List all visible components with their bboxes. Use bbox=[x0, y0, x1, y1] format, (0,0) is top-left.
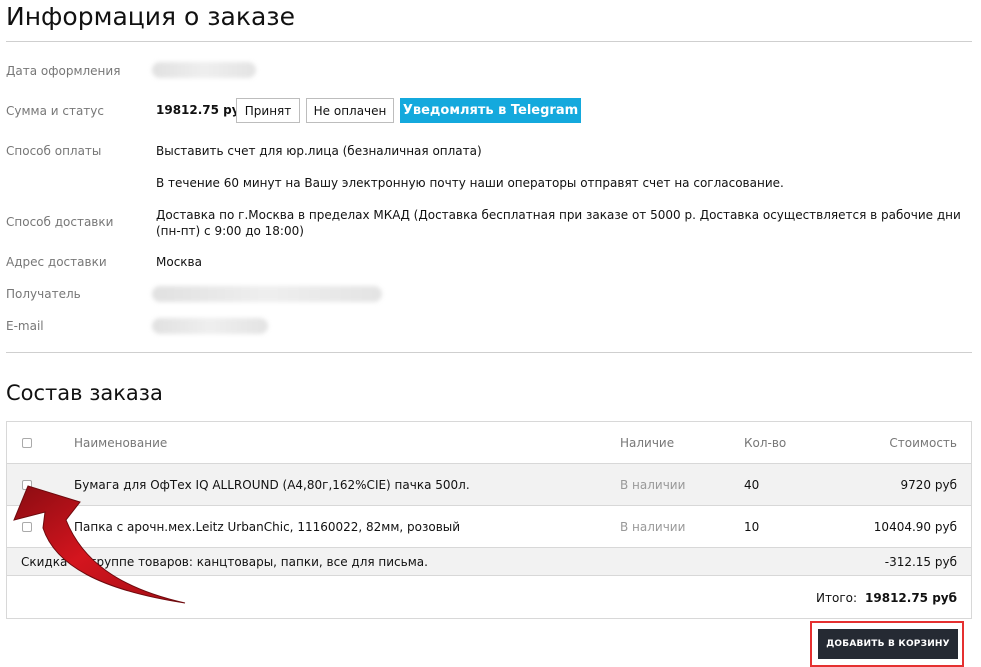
email-label: E-mail bbox=[6, 319, 44, 333]
delivery-address-label: Адрес доставки bbox=[6, 255, 107, 269]
delivery-address-value: Москва bbox=[156, 255, 202, 269]
total-row: Итого: 19812.75 руб bbox=[7, 576, 971, 618]
item-name: Бумага для ОфТех IQ ALLROUND (А4,80г,162… bbox=[74, 478, 470, 492]
column-availability-header: Наличие bbox=[620, 436, 675, 450]
recipient-value-redacted bbox=[152, 286, 382, 302]
item-checkbox[interactable] bbox=[22, 480, 32, 490]
page-title: Информация о заказе bbox=[6, 2, 295, 31]
header-divider bbox=[6, 41, 972, 42]
total-label: Итого: bbox=[816, 591, 858, 605]
recipient-label: Получатель bbox=[6, 287, 81, 301]
sum-status-label: Сумма и статус bbox=[6, 104, 104, 118]
discount-text: Скидка на группе товаров: канцтовары, па… bbox=[21, 555, 428, 569]
add-to-cart-button[interactable]: ДОБАВИТЬ В КОРЗИНУ bbox=[818, 629, 958, 659]
item-name: Папка с арочн.мех.Leitz UrbanChic, 11160… bbox=[74, 520, 461, 534]
status-unpaid-badge: Не оплачен bbox=[306, 98, 394, 123]
status-accepted-badge: Принят bbox=[236, 98, 300, 123]
table-row: Бумага для ОфТех IQ ALLROUND (А4,80г,162… bbox=[7, 464, 971, 506]
item-availability: В наличии bbox=[620, 520, 686, 534]
info-divider bbox=[6, 352, 972, 353]
column-name-header: Наименование bbox=[74, 436, 168, 450]
order-date-label: Дата оформления bbox=[6, 64, 121, 78]
discount-row: Скидка на группе товаров: канцтовары, па… bbox=[7, 548, 971, 576]
payment-method-note: В течение 60 минут на Вашу электронную п… bbox=[156, 176, 784, 190]
column-price-header: Стоимость bbox=[889, 436, 957, 450]
order-section-title: Состав заказа bbox=[6, 381, 163, 405]
telegram-notify-button[interactable]: Уведомлять в Telegram bbox=[400, 98, 581, 123]
column-qty-header: Кол-во bbox=[744, 436, 787, 450]
select-all-checkbox[interactable] bbox=[22, 438, 32, 448]
delivery-method-label: Способ доставки bbox=[6, 215, 114, 229]
payment-method-value: Выставить счет для юр.лица (безналичная … bbox=[156, 144, 482, 158]
order-sum: 19812.75 руб bbox=[156, 103, 248, 117]
email-value-redacted bbox=[152, 318, 268, 334]
delivery-method-value: Доставка по г.Москва в пределах МКАД (До… bbox=[156, 208, 961, 238]
discount-value: -312.15 руб bbox=[884, 555, 957, 569]
item-price: 10404.90 руб bbox=[873, 520, 957, 534]
total-wrap: Итого: 19812.75 руб bbox=[816, 591, 957, 605]
item-price: 9720 руб bbox=[900, 478, 957, 492]
total-value: 19812.75 руб bbox=[865, 591, 957, 605]
order-table: Наименование Наличие Кол-во Стоимость Бу… bbox=[6, 421, 972, 619]
order-date-value-redacted bbox=[152, 62, 256, 78]
payment-method-label: Способ оплаты bbox=[6, 144, 102, 158]
item-availability: В наличии bbox=[620, 478, 686, 492]
table-header-row: Наименование Наличие Кол-во Стоимость bbox=[7, 422, 971, 464]
item-qty: 40 bbox=[744, 478, 760, 492]
item-checkbox[interactable] bbox=[22, 522, 32, 532]
table-row: Папка с арочн.мех.Leitz UrbanChic, 11160… bbox=[7, 506, 971, 548]
item-qty: 10 bbox=[744, 520, 760, 534]
